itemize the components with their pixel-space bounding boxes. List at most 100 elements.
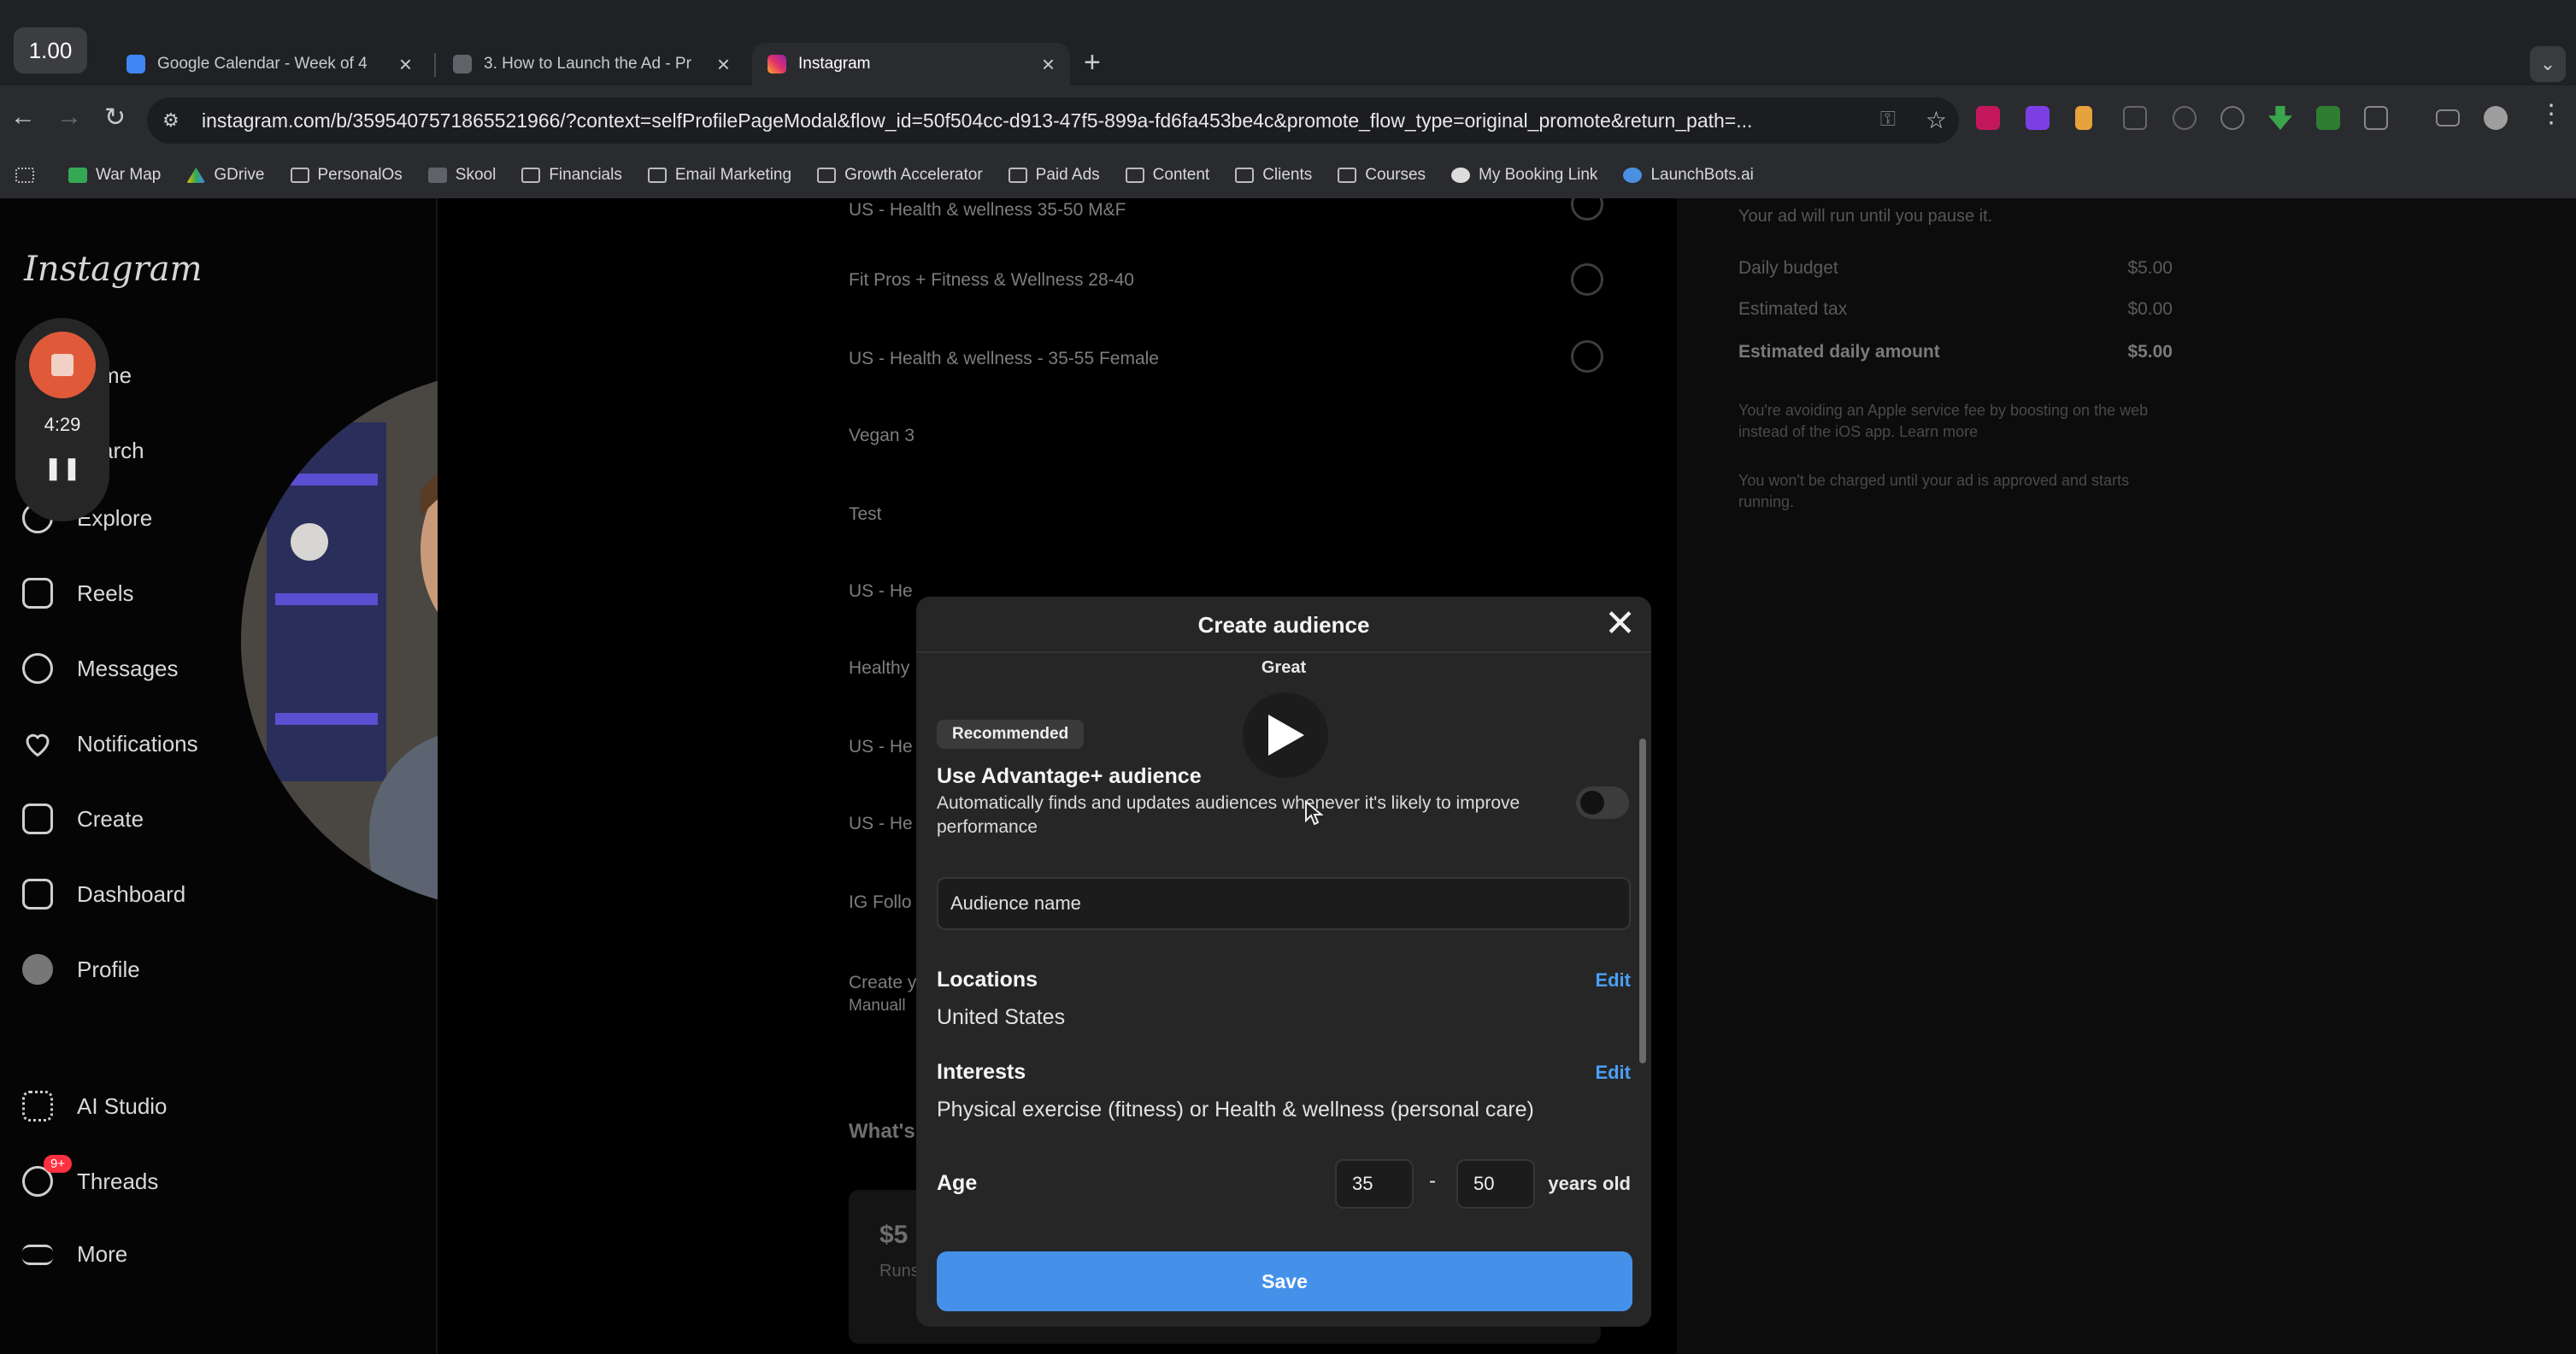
age-min-input[interactable] bbox=[1335, 1159, 1414, 1209]
sidebar-item-dashboard[interactable]: Dashboard bbox=[22, 879, 185, 910]
sidebar-item-more[interactable]: More bbox=[22, 1241, 127, 1268]
tab-close-icon[interactable]: × bbox=[717, 51, 730, 78]
audience-option[interactable]: US - He bbox=[849, 814, 913, 834]
bookmark-courses[interactable]: Courses bbox=[1338, 166, 1426, 185]
tab-search-chevron-icon[interactable]: ⌄ bbox=[2530, 46, 2566, 82]
bookmark-content[interactable]: Content bbox=[1125, 166, 1209, 185]
edit-locations-link[interactable]: Edit bbox=[1595, 969, 1631, 992]
avatar-icon bbox=[22, 954, 53, 985]
sidebar-item-messages[interactable]: Messages bbox=[22, 653, 179, 684]
address-bar[interactable]: ⚙ instagram.com/b/3595407571865521966/?c… bbox=[147, 97, 1959, 144]
bookmark-skool[interactable]: Skool bbox=[427, 166, 496, 185]
audience-option[interactable]: Vegan 3 bbox=[849, 426, 915, 446]
audience-radio[interactable] bbox=[1571, 198, 1603, 221]
bookmark-label: Paid Ads bbox=[1035, 166, 1100, 184]
extensions-puzzle-icon[interactable] bbox=[2364, 106, 2388, 130]
audience-option[interactable]: Healthy bbox=[849, 658, 909, 679]
audience-option[interactable]: US - Health & wellness 35-50 M&F bbox=[849, 200, 1126, 221]
tab-close-icon[interactable]: × bbox=[399, 51, 412, 78]
extension-color-icon[interactable] bbox=[2075, 106, 2092, 130]
apple-fee-note: You're avoiding an Apple service fee by … bbox=[1738, 402, 2149, 440]
folder-icon bbox=[1338, 168, 1357, 183]
create-audience-option[interactable]: Create y bbox=[849, 973, 916, 993]
new-tab-icon[interactable]: + bbox=[1084, 46, 1101, 79]
globe-icon bbox=[1451, 168, 1471, 183]
bookmark-growth-accelerator[interactable]: Growth Accelerator bbox=[817, 166, 983, 185]
audience-option[interactable]: US - Health & wellness - 35-55 Female bbox=[849, 349, 1159, 369]
close-icon[interactable]: ✕ bbox=[1604, 605, 1636, 643]
bookmarks-bar: War Map GDrive PersonalOs Skool Financia… bbox=[0, 154, 2576, 197]
pause-icon[interactable]: ❚❚ bbox=[15, 455, 109, 481]
password-key-icon[interactable]: ⚿ bbox=[1880, 108, 1896, 132]
interests-value: Physical exercise (fitness) or Health & … bbox=[937, 1098, 1534, 1121]
sidebar-item-profile[interactable]: Profile bbox=[22, 954, 140, 985]
bookmark-email-marketing[interactable]: Email Marketing bbox=[647, 166, 791, 185]
reload-icon[interactable]: ↻ bbox=[104, 103, 126, 132]
instagram-sidebar: Instagram me arch Explore Reels Messages… bbox=[0, 198, 779, 1354]
sidebar-item-notifications[interactable]: Notifications bbox=[22, 728, 198, 759]
instagram-logo[interactable]: Instagram bbox=[24, 250, 203, 289]
stop-recording-button[interactable] bbox=[29, 332, 96, 398]
advantage-audience-toggle[interactable] bbox=[1576, 786, 1629, 819]
audience-option[interactable]: US - He bbox=[849, 737, 913, 757]
bookmark-clients[interactable]: Clients bbox=[1235, 166, 1312, 185]
menu-icon bbox=[22, 1244, 53, 1265]
advantage-audience-description: Automatically finds and updates audience… bbox=[937, 793, 1520, 837]
bookmark-war-map[interactable]: War Map bbox=[68, 166, 161, 185]
sidebar-item-create[interactable]: Create bbox=[22, 804, 144, 834]
sidebar-item-reels[interactable]: Reels bbox=[22, 578, 133, 609]
extension-loom-icon[interactable] bbox=[2026, 106, 2050, 130]
audience-option[interactable]: Fit Pros + Fitness & Wellness 28-40 bbox=[849, 270, 1134, 291]
extension-globe-icon[interactable] bbox=[2220, 106, 2244, 130]
profile-avatar-icon[interactable] bbox=[2484, 106, 2508, 130]
threads-icon: 9+ bbox=[22, 1155, 73, 1197]
extension-camera-icon[interactable] bbox=[2173, 106, 2197, 130]
bookmark-paid-ads[interactable]: Paid Ads bbox=[1008, 166, 1100, 185]
download-arrow-icon[interactable] bbox=[2268, 106, 2292, 130]
audience-radio[interactable] bbox=[1571, 340, 1603, 373]
kebab-menu-icon[interactable]: ⋮ bbox=[2538, 99, 2564, 129]
extension-grammar-icon[interactable] bbox=[2316, 106, 2340, 130]
sidebar-item-threads[interactable]: 9+ Threads bbox=[22, 1155, 158, 1197]
tab-close-icon[interactable]: × bbox=[1042, 51, 1055, 78]
bookmark-star-icon[interactable]: ☆ bbox=[1926, 106, 1947, 134]
modal-header: Create audience ✕ bbox=[916, 597, 1651, 653]
skool-favicon-icon bbox=[453, 55, 472, 74]
locations-label: Locations bbox=[937, 968, 1038, 992]
edit-interests-link[interactable]: Edit bbox=[1595, 1062, 1631, 1084]
audience-option[interactable]: US - He bbox=[849, 581, 913, 602]
sidebar-item-ai-studio[interactable]: AI Studio bbox=[22, 1091, 168, 1121]
back-arrow-icon[interactable]: ← bbox=[10, 103, 36, 132]
audience-option[interactable]: Test bbox=[849, 504, 882, 525]
audience-radio[interactable] bbox=[1571, 263, 1603, 296]
bookmark-launchbots[interactable]: LaunchBots.ai bbox=[1623, 166, 1754, 185]
site-settings-icon[interactable]: ⚙ bbox=[162, 109, 179, 132]
bookmark-label: Growth Accelerator bbox=[844, 166, 983, 184]
age-suffix: years old bbox=[1548, 1173, 1631, 1194]
extension-sidebar-icon[interactable] bbox=[2123, 106, 2147, 130]
bookmark-gdrive[interactable]: GDrive bbox=[186, 166, 265, 185]
extension-pocket-icon[interactable] bbox=[1976, 106, 2000, 130]
sidebar-item-label: Reels bbox=[77, 580, 134, 606]
browser-toolbar: ← → ↻ ⚙ instagram.com/b/3595407571865521… bbox=[0, 92, 2576, 149]
modal-scrollbar[interactable] bbox=[1639, 739, 1646, 1063]
age-max-input[interactable] bbox=[1456, 1159, 1535, 1209]
tab-instagram[interactable]: Instagram × bbox=[752, 43, 1070, 85]
bookmark-financials[interactable]: Financials bbox=[521, 166, 622, 185]
audience-option[interactable]: IG Follo bbox=[849, 892, 912, 913]
playback-speed-badge[interactable]: 1.00 bbox=[14, 27, 87, 74]
bookmark-my-booking-link[interactable]: My Booking Link bbox=[1451, 166, 1597, 185]
ai-studio-icon bbox=[22, 1091, 53, 1121]
tab-google-calendar[interactable]: Google Calendar - Week of 4 × bbox=[111, 43, 427, 85]
forward-arrow-icon[interactable]: → bbox=[56, 103, 82, 132]
bookmark-personalos[interactable]: PersonalOs bbox=[290, 166, 403, 185]
media-control-icon[interactable] bbox=[2436, 109, 2460, 127]
save-button[interactable]: Save bbox=[937, 1251, 1632, 1311]
tab-how-to-launch[interactable]: 3. How to Launch the Ad - Pr × bbox=[438, 43, 745, 85]
video-play-button[interactable] bbox=[1243, 692, 1328, 778]
apps-grid-icon[interactable] bbox=[15, 168, 43, 183]
tab-title: Instagram bbox=[798, 55, 871, 73]
tab-title: 3. How to Launch the Ad - Pr bbox=[484, 55, 691, 73]
audience-name-input[interactable] bbox=[937, 877, 1631, 930]
age-range-dash: - bbox=[1429, 1169, 1436, 1192]
